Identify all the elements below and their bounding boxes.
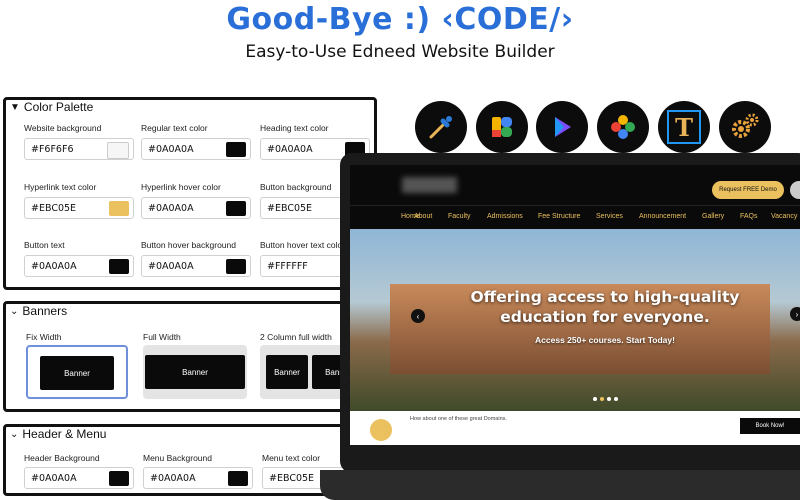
color-swatch[interactable] — [109, 259, 129, 274]
hero-heading: Offering access to high-quality educatio… — [410, 287, 800, 327]
field-label: Website background — [24, 123, 102, 133]
book-now-button[interactable]: Book Now! — [740, 418, 800, 434]
field-label: Menu Background — [143, 453, 212, 463]
button-hover-background-field[interactable]: #0A0A0A — [141, 255, 251, 277]
hero-next-arrow[interactable]: › — [790, 307, 800, 321]
banners-header[interactable]: ⌄ Banners — [10, 304, 67, 318]
settings-gears-icon[interactable] — [719, 101, 771, 153]
menu-item-faculty[interactable]: Faculty — [448, 213, 471, 220]
badge-icon — [370, 419, 392, 441]
site-menu: Home About Faculty Admissions Fee Struct… — [350, 205, 800, 230]
domain-bar: How about one of these great Domains. Bo… — [350, 411, 800, 445]
request-demo-button[interactable]: Request FREE Demo — [712, 181, 784, 199]
color-swatch[interactable] — [226, 142, 246, 157]
color-palette-title: Color Palette — [23, 100, 94, 114]
field-label: Button hover text color — [260, 240, 346, 250]
banners-panel: ⌄ Banners Fix Width Banner Full Width Ba… — [3, 301, 377, 412]
field-value: #0A0A0A — [267, 144, 313, 155]
banner-preview: Banner — [266, 355, 308, 389]
carousel-dot[interactable] — [593, 397, 597, 401]
button-text-field[interactable]: #0A0A0A — [24, 255, 134, 277]
carousel-dot[interactable] — [614, 397, 618, 401]
website-preview-screen: Request FREE Demo Home About Faculty Adm… — [350, 165, 800, 445]
carousel-dot[interactable] — [600, 397, 604, 401]
color-picker-icon[interactable] — [415, 101, 467, 153]
hero-subtext: Access 250+ courses. Start Today! — [535, 335, 675, 345]
field-value: #EBC05E — [269, 473, 315, 484]
banner-option-label: 2 Column full width — [260, 332, 332, 342]
field-value: #0A0A0A — [31, 261, 77, 272]
google-business-icon[interactable] — [476, 101, 528, 153]
field-value: #FFFFFF — [267, 261, 308, 272]
field-label: Header Background — [24, 453, 100, 463]
field-label: Button text — [24, 240, 65, 250]
google-play-icon[interactable] — [536, 101, 588, 153]
banner-full-width-option[interactable]: Banner — [143, 345, 247, 399]
header-menu-header[interactable]: ⌄ Header & Menu — [10, 427, 106, 441]
page-title: Good-Bye :) ‹CODE/› — [226, 2, 574, 37]
hero-heading-line: Offering access to high-quality — [470, 288, 740, 306]
menu-item-gallery[interactable]: Gallery — [702, 213, 724, 220]
hero-banner: Offering access to high-quality educatio… — [350, 229, 800, 411]
field-label: Button hover background — [141, 240, 236, 250]
field-label: Regular text color — [141, 123, 208, 133]
menu-item-admissions[interactable]: Admissions — [487, 213, 523, 220]
field-value: #F6F6F6 — [31, 144, 74, 155]
banners-title: Banners — [22, 304, 68, 318]
menu-background-field[interactable]: #0A0A0A — [143, 467, 253, 489]
header-menu-title: Header & Menu — [22, 427, 107, 441]
hyperlink-text-color-field[interactable]: #EBC05E — [24, 197, 134, 219]
chevron-down-icon: ▼ — [10, 101, 20, 113]
banner-option-label: Full Width — [143, 332, 181, 342]
color-palette-header[interactable]: ▼ Color Palette — [10, 100, 93, 114]
field-value: #EBC05E — [267, 203, 313, 214]
laptop-base — [320, 470, 800, 500]
color-swatch[interactable] — [228, 471, 248, 486]
field-value: #0A0A0A — [148, 203, 194, 214]
field-value: #EBC05E — [31, 203, 77, 214]
field-value: #0A0A0A — [148, 261, 194, 272]
color-swatch[interactable] — [109, 201, 129, 216]
color-swatch[interactable] — [226, 201, 246, 216]
field-label: Hyperlink text color — [24, 182, 97, 192]
hyperlink-hover-color-field[interactable]: #0A0A0A — [141, 197, 251, 219]
menu-item-vacancy[interactable]: Vacancy — [771, 213, 797, 220]
menu-item-about[interactable]: About — [414, 213, 432, 220]
field-value: #0A0A0A — [31, 473, 77, 484]
menu-item-services[interactable]: Services — [596, 213, 623, 220]
banner-preview: Banner — [40, 356, 114, 390]
google-photos-icon[interactable] — [597, 101, 649, 153]
hero-prev-arrow[interactable]: ‹ — [411, 309, 425, 323]
banner-preview: Banner — [145, 355, 245, 389]
color-swatch[interactable] — [107, 142, 129, 159]
color-palette-panel: ▼ Color Palette Website background #F6F6… — [3, 97, 377, 290]
regular-text-color-field[interactable]: #0A0A0A — [141, 138, 251, 160]
page-subtitle: Easy-to-Use Edneed Website Builder — [245, 42, 555, 62]
typography-icon[interactable]: T — [658, 101, 710, 153]
menu-item-faqs[interactable]: FAQs — [740, 213, 758, 220]
chevron-down-icon: ⌄ — [10, 428, 19, 440]
field-label: Button background — [260, 182, 332, 192]
banner-fix-width-option[interactable]: Banner — [26, 345, 128, 399]
site-header: Request FREE Demo — [350, 165, 800, 205]
header-background-field[interactable]: #0A0A0A — [24, 467, 134, 489]
carousel-dots[interactable] — [593, 397, 618, 401]
banner-option-label: Fix Width — [26, 332, 62, 342]
field-label: Menu text color — [262, 453, 321, 463]
menu-item-fee-structure[interactable]: Fee Structure — [538, 213, 580, 220]
avatar[interactable] — [790, 181, 800, 199]
field-value: #0A0A0A — [148, 144, 194, 155]
carousel-dot[interactable] — [607, 397, 611, 401]
website-background-field[interactable]: #F6F6F6 — [24, 138, 134, 160]
color-swatch[interactable] — [109, 471, 129, 486]
domain-text: How about one of these great Domains. — [410, 416, 507, 422]
site-logo — [402, 177, 457, 193]
field-value: #0A0A0A — [150, 473, 196, 484]
chevron-down-icon: ⌄ — [10, 305, 19, 317]
field-label: Hyperlink hover color — [141, 182, 221, 192]
menu-item-announcement[interactable]: Announcement — [639, 213, 686, 220]
hero-heading-line: education for everyone. — [500, 308, 710, 326]
color-swatch[interactable] — [226, 259, 246, 274]
field-label: Heading text color — [260, 123, 329, 133]
